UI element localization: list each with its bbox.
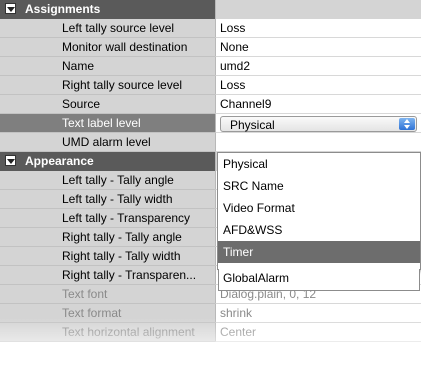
property-label: Right tally - Transparen... [62, 268, 197, 282]
property-label: Left tally - Tally width [62, 192, 173, 206]
property-row[interactable]: UMD alarm level [0, 133, 421, 152]
property-label: Left tally - Transparency [62, 211, 191, 225]
combo-selected-value: Physical [230, 118, 275, 132]
property-label: Name [62, 59, 95, 73]
category-title: Assignments [25, 2, 101, 16]
property-label: Monitor wall destination [62, 40, 188, 54]
combo-arrow-icon[interactable] [399, 118, 415, 130]
property-label: Left tally source level [62, 21, 175, 35]
dropdown-option[interactable]: Video Format [218, 197, 420, 219]
property-label: Source [62, 97, 101, 111]
category-assignments[interactable]: Assignments [0, 0, 421, 19]
property-label: Text horizontal alignment [62, 325, 195, 339]
property-row[interactable]: Source Channel9 [0, 95, 421, 114]
property-value[interactable]: None [220, 40, 249, 54]
property-row[interactable]: Text format shrink [0, 304, 421, 323]
dropdown-option-highlighted[interactable]: Timer [218, 241, 420, 263]
property-label: Text format [62, 306, 122, 320]
property-label: Right tally - Tally width [62, 249, 181, 263]
property-label: Right tally source level [62, 78, 183, 92]
dropdown-option[interactable]: AFD&WSS [218, 219, 420, 241]
property-value[interactable]: Loss [220, 21, 245, 35]
property-value[interactable]: Channel9 [220, 97, 271, 111]
property-value[interactable]: Center [220, 325, 256, 339]
property-label: Left tally - Tally angle [62, 173, 174, 187]
combo-dropdown-list[interactable]: Physical SRC Name Video Format AFD&WSS T… [217, 152, 421, 270]
collapse-toggle-icon[interactable] [5, 155, 16, 166]
property-row[interactable]: Monitor wall destination None [0, 38, 421, 57]
dropdown-option[interactable]: Physical [218, 153, 420, 175]
text-label-level-combo[interactable]: Physical [220, 116, 417, 132]
property-label: Text font [62, 287, 108, 301]
property-label: UMD alarm level [62, 135, 151, 149]
property-value[interactable]: shrink [220, 306, 252, 320]
dropdown-option[interactable]: GlobalAlarm [218, 269, 420, 291]
property-grid: Assignments Left tally source level Loss… [0, 0, 421, 374]
collapse-toggle-icon[interactable] [5, 3, 16, 14]
property-row[interactable]: Left tally source level Loss [0, 19, 421, 38]
dropdown-option[interactable]: SRC Name [218, 175, 420, 197]
property-row[interactable]: Text horizontal alignment Center [0, 323, 421, 342]
property-value[interactable]: Loss [220, 78, 245, 92]
property-label: Right tally - Tally angle [62, 230, 182, 244]
category-title: Appearance [25, 154, 94, 168]
property-value[interactable]: umd2 [220, 59, 250, 73]
property-label: Text label level [62, 116, 141, 130]
property-row[interactable]: Right tally source level Loss [0, 76, 421, 95]
property-row[interactable]: Name umd2 [0, 57, 421, 76]
